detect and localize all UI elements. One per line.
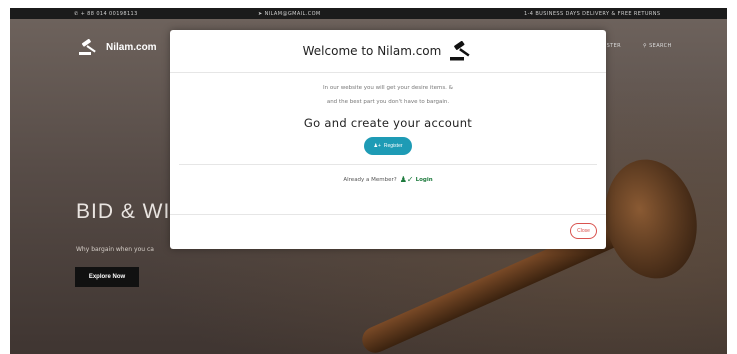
member-row: Already a Member? ♟✓ Login — [170, 175, 606, 184]
email-text: NILAM@GMAIL.COM — [264, 11, 321, 17]
hero-title: BID & WI — [76, 200, 171, 223]
modal-title: Welcome to Nilam.com — [302, 44, 442, 58]
phone-info: ✆ + 88 014 00198113 — [74, 11, 138, 17]
phone-text: + 88 014 00198113 — [80, 11, 138, 17]
brand-name: Nilam.com — [106, 41, 157, 53]
explore-now-button[interactable]: Explore Now — [75, 267, 139, 287]
email-info: ➤ NILAM@GMAIL.COM — [258, 11, 321, 17]
modal-text-line1: In our website you will get your desire … — [323, 85, 453, 91]
register-button-label: Register — [383, 143, 403, 149]
close-button[interactable]: Close — [570, 223, 597, 239]
gavel-icon — [79, 39, 96, 55]
login-link[interactable]: ♟✓ Login — [400, 175, 433, 184]
modal-body: In our website you will get your desire … — [170, 81, 606, 184]
register-button[interactable]: ♟+ Register — [364, 137, 412, 155]
welcome-modal: Welcome to Nilam.com In our website you … — [170, 30, 606, 249]
member-text: Already a Member? — [343, 176, 397, 183]
login-link-label: Login — [415, 176, 433, 183]
nav-search-label: SEARCH — [649, 43, 672, 49]
modal-header: Welcome to Nilam.com — [170, 30, 606, 73]
delivery-info: 1-4 BUSINESS DAYS DELIVERY & FREE RETURN… — [524, 11, 661, 17]
create-account-heading: Go and create your account — [303, 116, 473, 130]
modal-divider — [179, 164, 597, 165]
modal-footer: Close — [170, 214, 606, 249]
modal-text-line2: and the best part you don't have to barg… — [326, 99, 450, 105]
page-frame: ✆ + 88 014 00198113 ➤ NILAM@GMAIL.COM 1-… — [10, 8, 727, 354]
gavel-icon — [450, 41, 470, 61]
hero-subtitle: Why bargain when you ca — [76, 246, 154, 253]
user-plus-icon: ♟+ — [373, 143, 381, 149]
site-logo[interactable]: Nilam.com — [78, 39, 157, 55]
top-bar: ✆ + 88 014 00198113 ➤ NILAM@GMAIL.COM 1-… — [10, 8, 727, 19]
user-check-icon: ♟✓ — [399, 175, 414, 184]
nav-search-link[interactable]: ⚲ SEARCH — [643, 43, 672, 49]
search-icon: ⚲ — [643, 43, 648, 49]
gavel-head-image — [594, 150, 708, 288]
